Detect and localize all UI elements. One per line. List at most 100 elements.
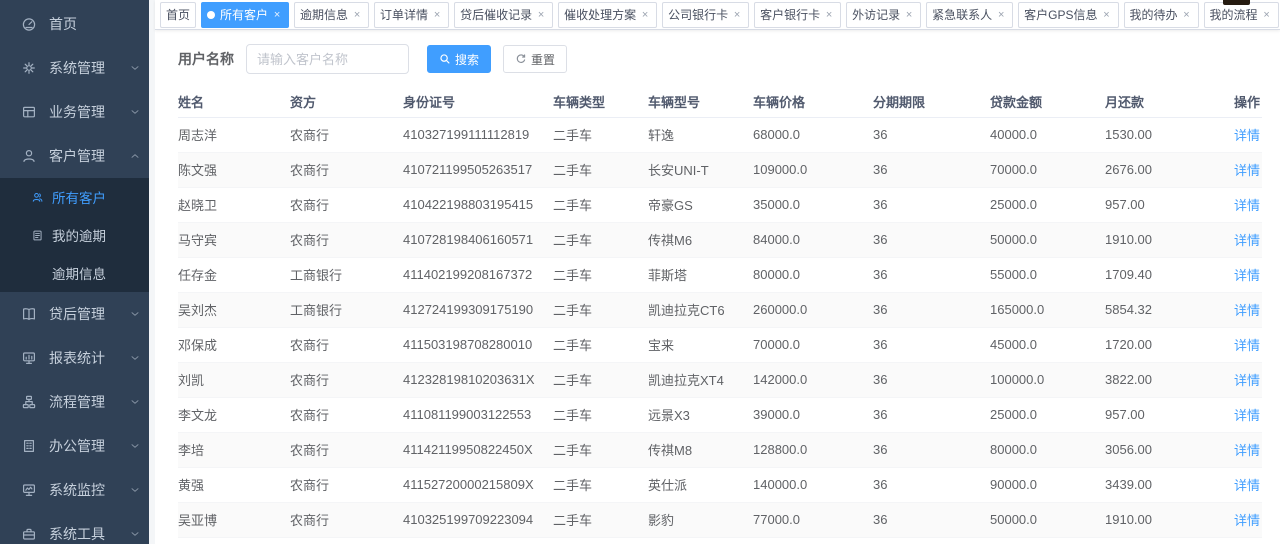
tab-close-icon[interactable]: × (995, 9, 1007, 21)
sidebar-item-1[interactable]: 系统管理 (0, 46, 155, 90)
tab-close-icon[interactable]: × (639, 9, 651, 21)
customer-name-input[interactable] (246, 44, 409, 74)
sidebar-item-2[interactable]: 业务管理 (0, 90, 155, 134)
tab-5[interactable]: 催收处理方案× (558, 2, 657, 28)
book-icon (21, 306, 37, 322)
cell: 41232819810203631X (403, 362, 553, 397)
sidebar-subitem-1[interactable]: 我的逾期 (0, 216, 155, 254)
cell: 36 (873, 467, 990, 502)
detail-link[interactable]: 详情 (1234, 303, 1260, 318)
column-header-5: 车辆价格 (753, 87, 873, 117)
tab-2[interactable]: 逾期信息× (294, 2, 369, 28)
tab-1[interactable]: 所有客户× (201, 2, 289, 28)
tab-6[interactable]: 公司银行卡× (662, 2, 749, 28)
column-header-0: 姓名 (178, 87, 290, 117)
tab-7[interactable]: 客户银行卡× (754, 2, 841, 28)
sidebar-item-0[interactable]: 首页 (0, 2, 155, 46)
sidebar-item-5[interactable]: 报表统计 (0, 336, 155, 380)
sidebar-item-4[interactable]: 贷后管理 (0, 292, 155, 336)
tab-4[interactable]: 贷后催收记录× (454, 2, 553, 28)
tab-0[interactable]: 首页 (160, 2, 196, 28)
tab-close-icon[interactable]: × (1261, 9, 1273, 21)
cell: 36 (873, 397, 990, 432)
cell: 36 (873, 152, 990, 187)
table-row: 吴刘杰工商银行412724199309175190二手车凯迪拉克CT626000… (178, 292, 1262, 327)
cell: 马守宾 (178, 222, 290, 257)
tab-12[interactable]: 我的流程× (1204, 2, 1279, 28)
sidebar-item-3[interactable]: 客户管理 (0, 134, 155, 178)
cell (990, 537, 1105, 544)
detail-link[interactable]: 详情 (1234, 373, 1260, 388)
tab-8[interactable]: 外访记录× (846, 2, 921, 28)
tab-close-icon[interactable]: × (1181, 9, 1193, 21)
cell: 农商行 (290, 187, 403, 222)
sidebar-item-8[interactable]: 系统监控 (0, 468, 155, 512)
avatar-partial[interactable] (1223, 0, 1250, 5)
tab-close-icon[interactable]: × (351, 9, 363, 21)
tab-close-icon[interactable]: × (271, 9, 283, 21)
tab-close-icon[interactable]: × (903, 9, 915, 21)
sidebar-subitem-0[interactable]: 所有客户 (0, 178, 155, 216)
tab-close-icon[interactable]: × (1101, 9, 1113, 21)
cell: 农商行 (290, 397, 403, 432)
column-header-3: 车辆类型 (553, 87, 648, 117)
cell: 77000.0 (753, 502, 873, 537)
tab-label: 订单详情 (380, 6, 428, 23)
detail-link[interactable]: 详情 (1234, 198, 1260, 213)
tab-close-icon[interactable]: × (731, 9, 743, 21)
action-cell: 详情 (1222, 117, 1262, 152)
sidebar-scrollbar[interactable] (149, 0, 155, 544)
tab-3[interactable]: 订单详情× (374, 2, 449, 28)
cell: 3439.00 (1105, 467, 1222, 502)
sidebar-item-6[interactable]: 流程管理 (0, 380, 155, 424)
sidebar-item-label: 系统管理 (49, 58, 105, 78)
cell: 80000.0 (990, 432, 1105, 467)
tools-icon (21, 526, 37, 542)
detail-link[interactable]: 详情 (1234, 443, 1260, 458)
detail-link[interactable]: 详情 (1234, 128, 1260, 143)
tab-close-icon[interactable]: × (535, 9, 547, 21)
cell: 二手车 (553, 257, 648, 292)
tab-label: 催收处理方案 (564, 6, 636, 23)
active-tab-dot (207, 11, 215, 19)
tab-close-icon[interactable]: × (823, 9, 835, 21)
cell: 35000.0 (753, 187, 873, 222)
column-header-7: 贷款金额 (990, 87, 1105, 117)
detail-link[interactable]: 详情 (1234, 513, 1260, 528)
tab-9[interactable]: 紧急联系人× (926, 2, 1013, 28)
action-cell: 详情 (1222, 397, 1262, 432)
detail-link[interactable]: 详情 (1234, 268, 1260, 283)
cell: 李培 (178, 432, 290, 467)
cell: 2676.00 (1105, 152, 1222, 187)
tab-label: 客户银行卡 (760, 6, 820, 23)
chevron-down-icon (129, 106, 141, 118)
cell: 李文龙 (178, 397, 290, 432)
detail-link[interactable]: 详情 (1234, 478, 1260, 493)
tab-label: 逾期信息 (300, 6, 348, 23)
cell: 70000.0 (990, 152, 1105, 187)
tab-11[interactable]: 我的待办× (1124, 2, 1199, 28)
sidebar-item-9[interactable]: 系统工具 (0, 512, 155, 544)
detail-link[interactable]: 详情 (1234, 233, 1260, 248)
cell: 吴刘杰 (178, 292, 290, 327)
sidebar-item-7[interactable]: 办公管理 (0, 424, 155, 468)
detail-link[interactable]: 详情 (1234, 163, 1260, 178)
cell: 36 (873, 117, 990, 152)
reset-button[interactable]: 重置 (503, 45, 567, 73)
cell: 二手车 (553, 152, 648, 187)
cell: 邓保成 (178, 327, 290, 362)
column-header-2: 身份证号 (403, 87, 553, 117)
search-button[interactable]: 搜索 (427, 45, 491, 73)
detail-link[interactable]: 详情 (1234, 408, 1260, 423)
tab-label: 所有客户 (220, 6, 268, 23)
monitor-icon (21, 482, 37, 498)
tab-10[interactable]: 客户GPS信息× (1018, 2, 1118, 28)
chevron-down-icon (129, 396, 141, 408)
cell: 140000.0 (753, 467, 873, 502)
chevron-down-icon (129, 440, 141, 452)
detail-link[interactable]: 详情 (1234, 338, 1260, 353)
cell: 55000.0 (990, 257, 1105, 292)
table-row: 贾晓辉工商银行二手车哈弗36详情 (178, 537, 1262, 544)
tab-close-icon[interactable]: × (431, 9, 443, 21)
sidebar-subitem-2[interactable]: 逾期信息 (0, 254, 155, 292)
